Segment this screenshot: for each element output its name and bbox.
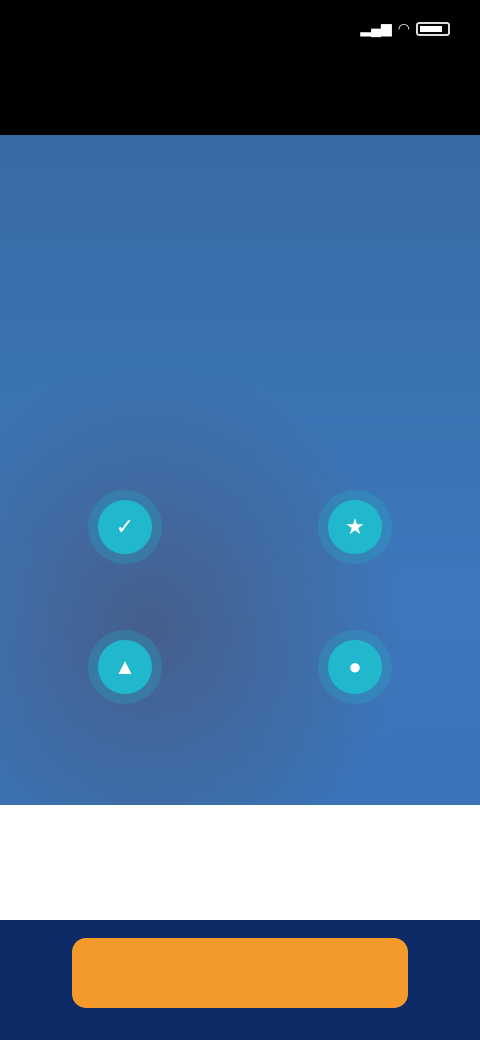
onboarding-screen: ▂▄▆ ◠ ✓ ★ ▲ ● — [0, 0, 480, 1040]
feature-item-1: ✓ — [25, 500, 225, 568]
status-icons: ▂▄▆ ◠ — [360, 20, 450, 37]
info-strip — [0, 805, 480, 920]
primary-cta-button[interactable] — [72, 938, 408, 1008]
wifi-icon: ◠ — [397, 20, 410, 36]
battery-icon — [416, 21, 450, 36]
top-bar — [0, 60, 480, 135]
status-bar: ▂▄▆ ◠ — [0, 0, 480, 60]
feature-item-4: ● — [255, 640, 455, 708]
feature-icon-3: ▲ — [98, 640, 152, 694]
feature-icon-4: ● — [328, 640, 382, 694]
signal-icon: ▂▄▆ — [360, 20, 392, 36]
feature-item-2: ★ — [255, 500, 455, 568]
hero-section: ✓ ★ ▲ ● — [0, 135, 480, 805]
feature-icon-1: ✓ — [98, 500, 152, 554]
feature-icon-2: ★ — [328, 500, 382, 554]
feature-item-3: ▲ — [25, 640, 225, 708]
footer — [0, 920, 480, 1040]
